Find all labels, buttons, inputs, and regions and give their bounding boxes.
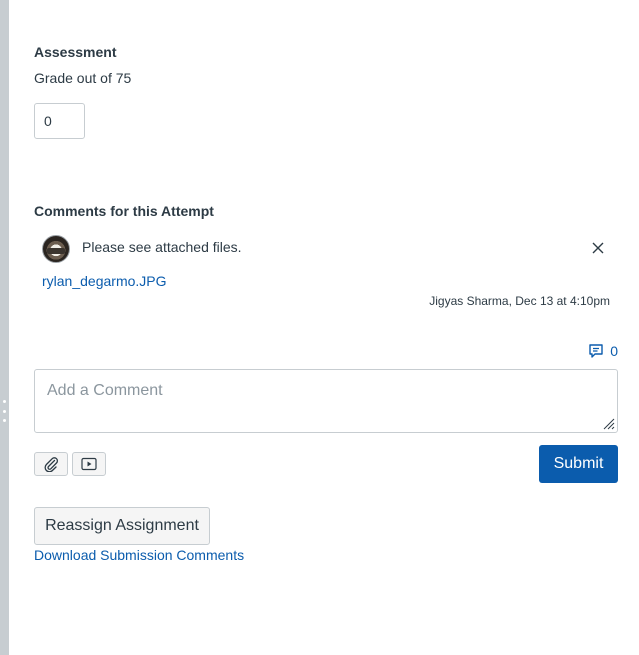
speech-bubble-icon [589,344,603,358]
avatar[interactable] [42,235,70,263]
media-comments-count: 0 [610,343,618,359]
media-comments-button[interactable]: 0 [588,343,618,359]
submit-button[interactable]: Submit [539,445,618,483]
assessment-heading: Assessment [34,44,117,60]
close-icon [592,242,604,254]
paperclip-icon [44,457,59,472]
comment-input[interactable] [34,369,618,433]
comment-text: Please see attached files. [82,239,242,255]
attachment-link[interactable]: rylan_degarmo.JPG [42,273,167,289]
resize-grip[interactable] [3,400,6,422]
reassign-assignment-button[interactable]: Reassign Assignment [34,507,210,545]
grade-input[interactable] [34,103,85,139]
download-comments-link[interactable]: Download Submission Comments [34,547,244,563]
sidebar-divider[interactable] [0,0,9,655]
media-comment-button[interactable] [72,452,106,476]
comment-item: Please see attached files. [42,235,618,263]
comments-heading: Comments for this Attempt [34,203,214,219]
video-play-icon [81,457,97,471]
comment-meta: Jigyas Sharma, Dec 13 at 4:10pm [429,294,610,308]
attach-file-button[interactable] [34,452,68,476]
grade-label: Grade out of 75 [34,70,132,86]
delete-comment-button[interactable] [586,236,610,260]
